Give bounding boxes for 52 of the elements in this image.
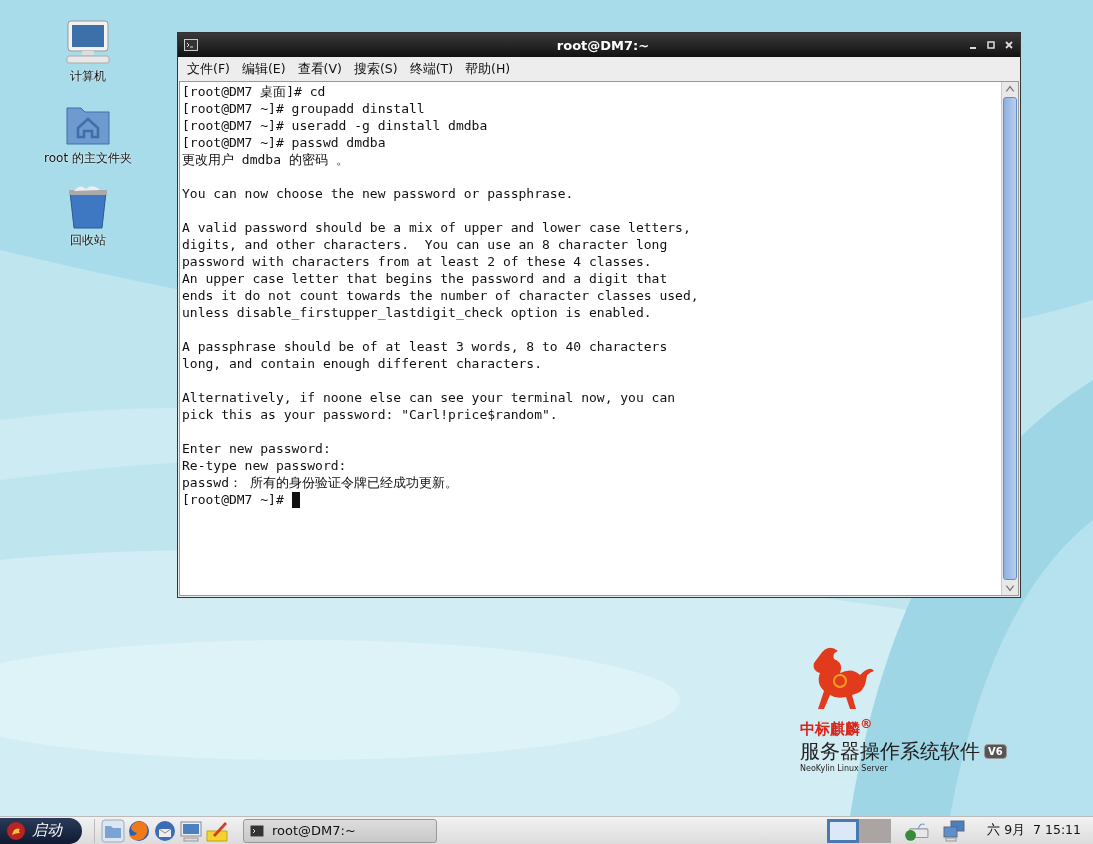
brand-name: 中标麒麟$^{®}$ xyxy=(800,715,873,738)
scrollbar[interactable] xyxy=(1001,82,1018,595)
terminal-line: A passphrase should be of at least 3 words, 8 to 40 characters xyxy=(182,338,669,355)
menu-item[interactable]: 终端(T) xyxy=(404,58,458,80)
workspace-switcher-item[interactable] xyxy=(859,818,892,843)
desktop-icon-label[interactable]: 回收站 xyxy=(70,232,106,249)
computer-icon[interactable] xyxy=(64,18,112,66)
terminal-prompt: [root@DM7 ~]# xyxy=(182,491,284,508)
product-name: 服务器操作系统软件 xyxy=(800,738,980,764)
globe-fox-icon[interactable] xyxy=(127,818,151,843)
terminal-line: Enter new password: xyxy=(182,440,332,457)
terminal-line: unless disable_firstupper_lastdigit_check option is enabled. xyxy=(182,304,653,321)
terminal-line: ends it do not count towards the number of character classes used, xyxy=(182,287,700,304)
terminal-line: A valid password should be a mix of upper and lower case letters, xyxy=(182,219,692,236)
desktop-icon-label[interactable]: root 的主文件夹 xyxy=(44,150,132,167)
mail-bird-icon[interactable] xyxy=(153,818,177,843)
terminal-line: [root@DM7 ~]# useradd -g dinstall dmdba xyxy=(182,117,489,134)
text-cursor xyxy=(291,491,300,508)
terminal-line: Alternatively, if noone else can see your terminal now, you can xyxy=(182,389,677,406)
terminal-icon xyxy=(250,824,264,837)
scroll-thumb[interactable] xyxy=(1003,97,1017,580)
terminal-line: [root@DM7 ~]# groupadd dinstall xyxy=(182,100,426,117)
menu-item[interactable]: 文件(F) xyxy=(182,58,235,80)
monitor-icon[interactable] xyxy=(179,818,203,843)
close-icon[interactable] xyxy=(1004,40,1014,50)
terminal-line: 更改用户 dmdba 的密码 。 xyxy=(182,151,350,168)
menu-item[interactable]: 帮助(H) xyxy=(460,58,516,80)
workspace-switcher-item[interactable] xyxy=(827,818,860,843)
menu-item[interactable]: 搜索(S) xyxy=(348,58,403,80)
terminal-line: [root@DM7 ~]# passwd dmdba xyxy=(182,134,387,151)
product-subtitle: NeoKylin Linux Server xyxy=(800,764,888,773)
terminal-line: Re-type new password: xyxy=(182,457,348,474)
terminal-line: digits, and other characters. You can use an 8 character long xyxy=(182,236,669,253)
start-button[interactable]: 启动 xyxy=(0,817,82,844)
maximize-icon[interactable] xyxy=(986,40,996,50)
desktop-icon-label[interactable]: 计算机 xyxy=(70,68,106,85)
terminal-line: You can now choose the new password or passphrase. xyxy=(182,185,575,202)
menu-item[interactable]: 编辑(E) xyxy=(236,58,291,80)
terminal-line: [root@DM7 桌面]# cd xyxy=(182,83,327,100)
terminal-line: pick this as your password: "Carl!price$random". xyxy=(182,406,559,423)
taskbar-window-button[interactable]: root@DM7:~ xyxy=(243,818,437,843)
terminal-line: password with characters from at least 2 of these 4 classes. xyxy=(182,253,653,270)
network-computers-icon[interactable] xyxy=(941,819,968,842)
window-title: root@DM7:~ xyxy=(556,37,650,53)
logo-icon xyxy=(6,820,26,841)
terminal-line: An upper case letter that begins the password and a digit that xyxy=(182,270,669,287)
menu-item[interactable]: 查看(V) xyxy=(292,58,347,80)
terminal-icon xyxy=(184,39,198,51)
terminal-line: passwd： 所有的身份验证令牌已经成功更新。 xyxy=(182,474,459,491)
terminal-line: long, and contain enough different characters. xyxy=(182,355,544,372)
clock[interactable]: 六 9月 7 15:11 xyxy=(987,822,1081,839)
folder-icon[interactable] xyxy=(101,818,125,843)
